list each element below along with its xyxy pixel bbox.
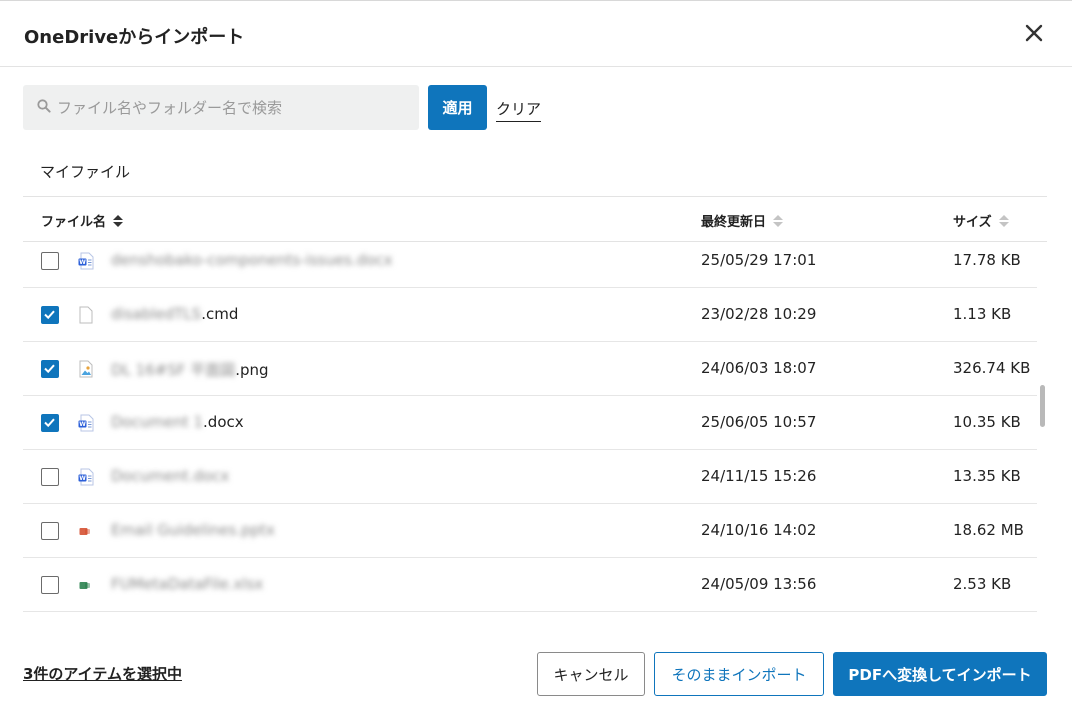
- dialog-title: OneDriveからインポート: [24, 27, 245, 48]
- cancel-button[interactable]: キャンセル: [537, 652, 645, 696]
- sort-icon: [998, 214, 1010, 228]
- file-name-redacted: disabledTLS: [111, 305, 202, 323]
- file-name: Email Guidelines.pptx: [111, 521, 275, 539]
- divider: [23, 196, 1047, 197]
- file-name-redacted: DL 16#SF 平面図: [111, 361, 236, 379]
- column-header-modified[interactable]: 最終更新日: [701, 211, 784, 230]
- file-size: 17.78 KB: [953, 251, 1021, 269]
- word-file-icon: W: [78, 468, 94, 486]
- file-name: disabledTLS.cmd: [111, 305, 238, 323]
- svg-text:W: W: [79, 421, 86, 428]
- file-size: 13.35 KB: [953, 467, 1021, 485]
- image-file-icon: [78, 360, 94, 378]
- file-name-redacted: FUMetaDataFile.xlsx: [111, 575, 264, 593]
- search-input[interactable]: [55, 97, 405, 118]
- table-row[interactable]: FUMetaDataFile.xlsx 24/05/09 13:56 2.53 KB: [23, 558, 1037, 612]
- file-modified: 25/05/29 17:01: [701, 251, 817, 269]
- file-modified: 23/02/28 10:29: [701, 305, 817, 323]
- sort-icon: [772, 214, 784, 228]
- row-checkbox[interactable]: [41, 576, 59, 594]
- file-size: 326.74 KB: [953, 359, 1031, 377]
- file-modified: 24/11/15 15:26: [701, 467, 817, 485]
- table-row[interactable]: W Document.docx 24/11/15 15:26 13.35 KB: [23, 450, 1037, 504]
- file-name: FUMetaDataFile.xlsx: [111, 575, 263, 593]
- file-extension: .cmd: [201, 305, 239, 323]
- file-modified: 24/06/03 18:07: [701, 359, 817, 377]
- row-checkbox[interactable]: [41, 360, 59, 378]
- scrollbar-thumb[interactable]: [1040, 385, 1045, 427]
- file-name-redacted: Document.docx: [111, 467, 230, 485]
- column-header-size[interactable]: サイズ: [953, 211, 1010, 230]
- file-name-redacted: Document 1: [111, 413, 204, 431]
- file-name: DL 16#SF 平面図.png: [111, 359, 269, 380]
- row-checkbox[interactable]: [41, 468, 59, 486]
- import-as-is-button[interactable]: そのままインポート: [654, 652, 824, 696]
- row-checkbox[interactable]: [41, 414, 59, 432]
- file-modified: 25/06/05 10:57: [701, 413, 817, 431]
- powerpoint-file-icon: [78, 522, 94, 540]
- column-header-name[interactable]: ファイル名: [41, 211, 124, 230]
- search-box: [23, 85, 419, 130]
- file-size: 18.62 MB: [953, 521, 1024, 539]
- import-dialog: OneDriveからインポート 適用 クリア マイファイル ファイル名 最終更新…: [0, 0, 1072, 716]
- search-icon: [37, 98, 51, 117]
- word-file-icon: W: [78, 414, 94, 432]
- file-extension: .docx: [203, 413, 244, 431]
- breadcrumb[interactable]: マイファイル: [40, 161, 130, 182]
- file-modified: 24/10/16 14:02: [701, 521, 817, 539]
- table-row[interactable]: DL 16#SF 平面図.png 24/06/03 18:07 326.74 KB: [23, 342, 1037, 396]
- close-icon[interactable]: [1020, 19, 1048, 47]
- import-pdf-button[interactable]: PDFへ変換してインポート: [833, 652, 1047, 696]
- table-row[interactable]: Email Guidelines.pptx 24/10/16 14:02 18.62…: [23, 504, 1037, 558]
- file-name: Document 1.docx: [111, 413, 244, 431]
- sort-icon: [112, 214, 124, 228]
- row-checkbox[interactable]: [41, 306, 59, 324]
- excel-file-icon: [78, 576, 94, 594]
- table-row[interactable]: W Document 1.docx 25/06/05 10:57 10.35 KB: [23, 396, 1037, 450]
- clear-link[interactable]: クリア: [496, 98, 542, 122]
- table-row[interactable]: Wdenshobako-components-issues.docx 25/05/…: [23, 242, 1037, 288]
- file-size: 1.13 KB: [953, 305, 1012, 323]
- file-size: 10.35 KB: [953, 413, 1021, 431]
- file-list: Wdenshobako-components-issues.docx 25/05/…: [23, 242, 1037, 612]
- svg-text:W: W: [79, 259, 86, 266]
- dialog-header: OneDriveからインポート: [0, 1, 1072, 67]
- svg-text:W: W: [79, 475, 86, 482]
- word-file-icon: W: [78, 252, 94, 270]
- file-name-redacted: denshobako-components-issues.docx: [111, 251, 393, 269]
- generic-file-icon: [78, 306, 94, 324]
- file-extension: .png: [235, 361, 269, 379]
- file-size: 2.53 KB: [953, 575, 1012, 593]
- file-name-redacted: Email Guidelines.pptx: [111, 521, 275, 539]
- table-row[interactable]: disabledTLS.cmd 23/02/28 10:29 1.13 KB: [23, 288, 1037, 342]
- file-modified: 24/05/09 13:56: [701, 575, 817, 593]
- row-checkbox[interactable]: [41, 522, 59, 540]
- row-checkbox[interactable]: [41, 252, 59, 270]
- apply-button[interactable]: 適用: [428, 85, 487, 130]
- selection-summary[interactable]: 3件のアイテムを選択中: [23, 663, 182, 684]
- file-name: Document.docx: [111, 467, 229, 485]
- file-name: denshobako-components-issues.docx: [111, 251, 393, 269]
